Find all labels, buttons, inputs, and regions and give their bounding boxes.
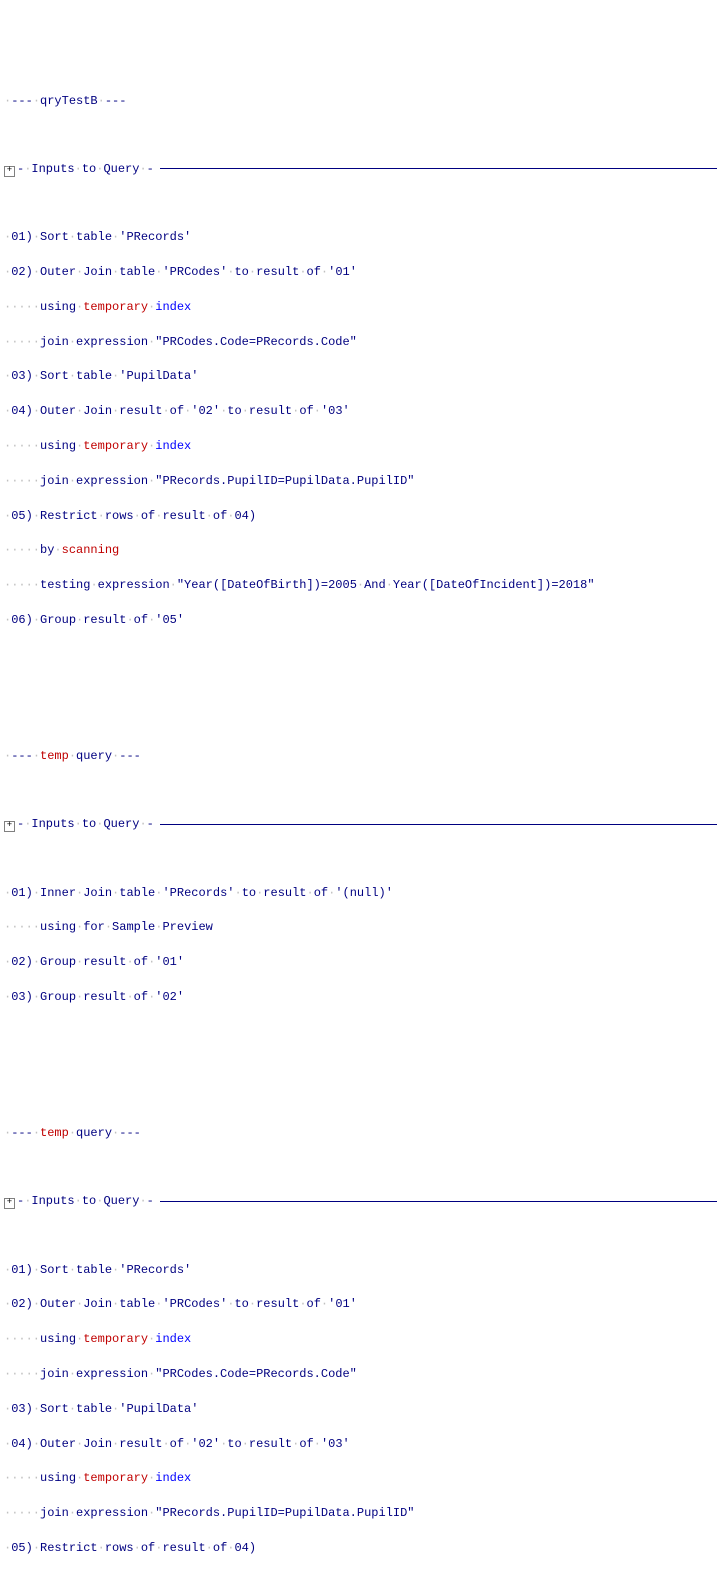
- plan-detail: ·····join·expression·"PRecords.PupilID=P…: [4, 1505, 713, 1522]
- plan-detail: ·····using·temporary·index: [4, 438, 713, 455]
- plan-detail: ·····by·scanning: [4, 542, 713, 559]
- plan-step: ·05)·Restrict·rows·of·result·of·04): [4, 1540, 713, 1557]
- plan-step: ·03)·Sort·table·'PupilData': [4, 368, 713, 385]
- plan-step: ·02)·Group·result·of·'01': [4, 954, 713, 971]
- plan-detail: ·····join·expression·"PRecords.PupilID=P…: [4, 473, 713, 490]
- expand-icon[interactable]: +: [4, 821, 15, 832]
- plan-step: ·06)·Group·result·of·'05': [4, 612, 713, 629]
- plan-detail: ·····using·temporary·index: [4, 1470, 713, 1487]
- plan-step: ·04)·Outer·Join·result·of·'02'·to·result…: [4, 403, 713, 420]
- plan-step: ·02)·Outer·Join·table·'PRCodes'·to·resul…: [4, 264, 713, 281]
- plan-step: ·03)·Group·result·of·'02': [4, 989, 713, 1006]
- expand-icon[interactable]: +: [4, 1198, 15, 1209]
- expand-icon[interactable]: +: [4, 166, 15, 177]
- plan-detail: ·····testing·expression·"Year([DateOfBir…: [4, 577, 713, 594]
- plan-step: ·03)·Sort·table·'PupilData': [4, 1401, 713, 1418]
- plan-detail: ·····join·expression·"PRCodes.Code=PReco…: [4, 334, 713, 351]
- plan-detail: ·····using·for·Sample·Preview: [4, 919, 713, 936]
- plan-step: ·04)·Outer·Join·result·of·'02'·to·result…: [4, 1436, 713, 1453]
- plan-detail: ·····using·temporary·index: [4, 1331, 713, 1348]
- plan-step: ·01)·Inner·Join·table·'PRecords'·to·resu…: [4, 885, 713, 902]
- section1-title: ·---·qryTestB·---: [4, 93, 713, 110]
- plan-step: ·01)·Sort·table·'PRecords': [4, 229, 713, 246]
- plan-step: ·02)·Outer·Join·table·'PRCodes'·to·resul…: [4, 1296, 713, 1313]
- section2-inputs-header[interactable]: +-·Inputs·to·Query·-: [4, 816, 713, 833]
- plan-step: ·05)·Restrict·rows·of·result·of·04): [4, 508, 713, 525]
- plan-detail: ·····join·expression·"PRCodes.Code=PReco…: [4, 1366, 713, 1383]
- plan-detail: ·····using·temporary·index: [4, 299, 713, 316]
- section1-inputs-header[interactable]: +-·Inputs·to·Query·-: [4, 161, 713, 178]
- plan-step: ·01)·Sort·table·'PRecords': [4, 1262, 713, 1279]
- section3-inputs-header[interactable]: +-·Inputs·to·Query·-: [4, 1193, 713, 1210]
- section2-title: ·---·temp·query·---: [4, 748, 713, 765]
- section3-title: ·---·temp·query·---: [4, 1125, 713, 1142]
